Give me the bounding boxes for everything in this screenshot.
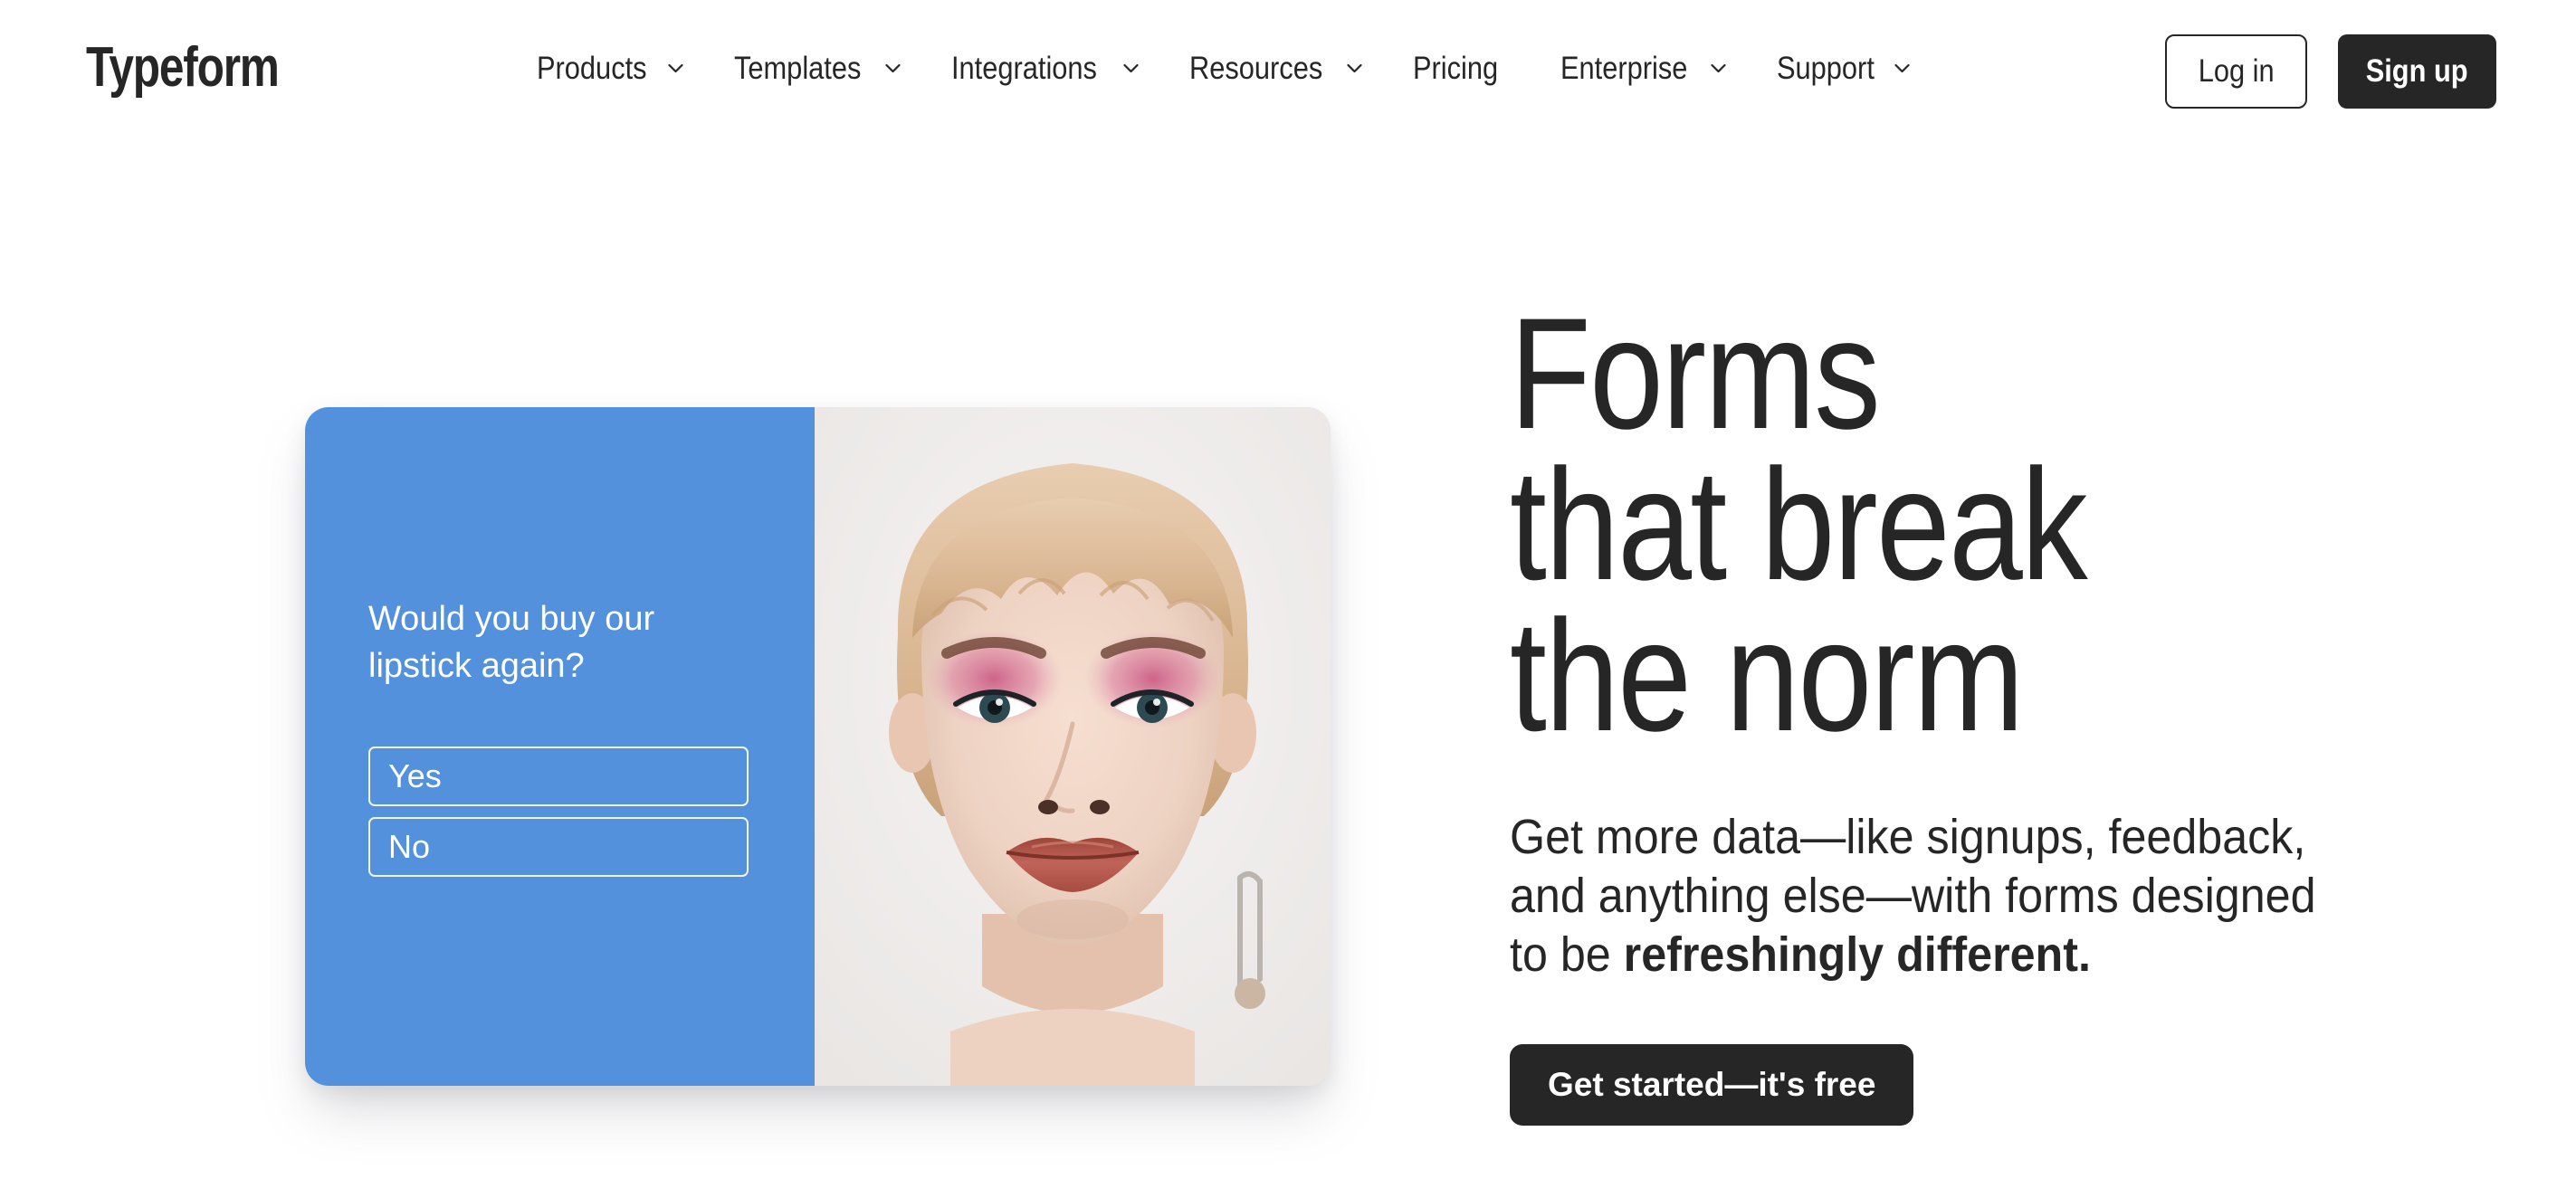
nav-label-products: Products [537,51,647,86]
hero-form-card: Would you buy our lipstick again? Yes No [305,407,1331,1086]
headline-line-2: that break [1510,437,2088,613]
top-navbar: Typeform Products Templates Integrations… [0,0,2576,145]
nav-label-pricing: Pricing [1412,51,1499,86]
headline-line-1: Forms [1510,286,1881,462]
subheading-bold-text: refreshingly different. [1623,927,2091,982]
nav-item-enterprise[interactable]: Enterprise [1535,52,1752,84]
nav-item-integrations[interactable]: Integrations [926,52,1164,84]
nav-item-products[interactable]: Products [511,52,709,84]
nav-label-integrations: Integrations [950,51,1097,86]
log-in-button[interactable]: Log in [2165,34,2307,109]
get-started-label: Get started—it's free [1548,1066,1876,1103]
form-option-no-label: No [388,828,431,865]
log-in-label: Log in [2198,53,2275,89]
main-navigation: Products Templates Integrations Resource… [511,52,1935,84]
get-started-button[interactable]: Get started—it's free [1510,1044,1914,1126]
chevron-down-icon [1122,63,1139,73]
chevron-down-icon [1711,63,1726,73]
form-question-text: Would you buy our lipstick again? [368,600,655,685]
form-option-no[interactable]: No [368,817,749,877]
chevron-down-icon [1347,63,1362,73]
portrait-photo-graphic [815,407,1331,1086]
nav-item-support[interactable]: Support [1751,52,1935,84]
chevron-down-icon [668,63,683,73]
hero-text-block: Forms that break the norm Get more data—… [1510,286,2415,1126]
sign-up-label: Sign up [2366,53,2468,89]
headline-line-3: the norm [1510,588,2024,765]
hero-subheading: Get more data—like signups, feedback, an… [1510,808,2352,984]
form-option-yes-label: Yes [388,757,442,794]
nav-label-support: Support [1777,51,1875,86]
sign-up-button[interactable]: Sign up [2338,34,2496,109]
portrait-photo [815,407,1331,1086]
page-title: Forms that break the norm [1510,286,2407,765]
form-option-yes[interactable]: Yes [368,746,749,806]
nav-actions: Log in Sign up [2165,34,2496,109]
typeform-logo[interactable]: Typeform [86,40,280,96]
nav-item-templates[interactable]: Templates [709,52,926,84]
chevron-down-icon [885,63,901,73]
nav-item-resources[interactable]: Resources [1164,52,1388,84]
nav-item-pricing[interactable]: Pricing [1388,52,1535,84]
nav-label-resources: Resources [1188,51,1322,86]
nav-label-enterprise: Enterprise [1560,51,1688,86]
form-question-panel: Would you buy our lipstick again? Yes No [305,407,815,1086]
chevron-down-icon [1894,63,1910,73]
nav-label-templates: Templates [734,51,862,86]
form-options-list: Yes No [368,746,749,877]
